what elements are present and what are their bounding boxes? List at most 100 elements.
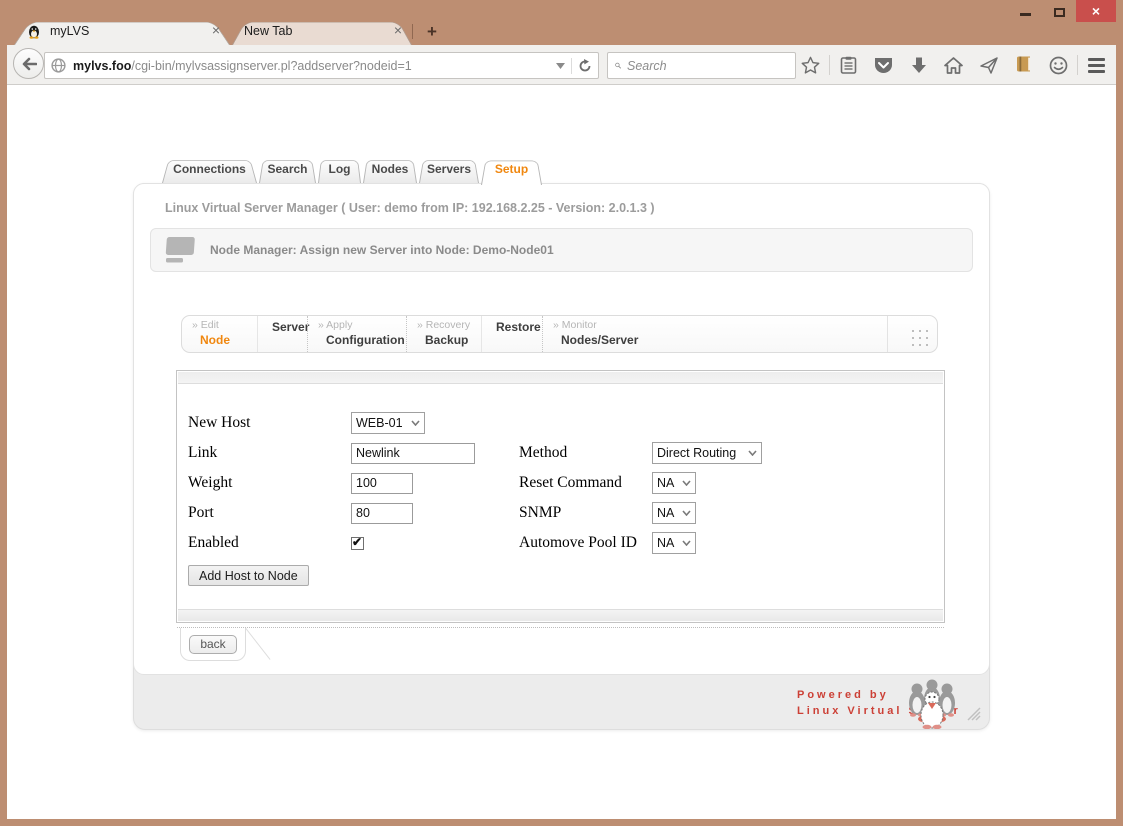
dotted-divider [177,627,944,628]
form-bottom-strip [178,609,943,621]
toolbar-item-backup[interactable]: Backup [417,332,471,349]
checkmark-icon: ✔ [352,534,363,549]
toolbar-item-server[interactable]: Server [268,319,309,336]
toolbar-separator [1077,55,1078,75]
chevron-down-icon [682,510,691,516]
downloads-button[interactable] [901,45,936,85]
hamburger-icon [1088,57,1105,73]
url-bar[interactable]: mylvs.foo/cgi-bin/mylvsassignserver.pl?a… [44,52,599,79]
book-icon [1017,56,1030,72]
toolbar-item-restore[interactable]: Restore [492,319,541,336]
automove-pool-id-label: Automove Pool ID [519,534,637,551]
url-separator [571,57,572,74]
weight-input[interactable] [351,472,413,494]
toolbar-cell-server: Server [257,316,309,352]
select-value: NA [657,506,675,520]
new-host-label: New Host [188,414,251,431]
toolbar-item-nodes-server[interactable]: Nodes/Server [553,332,651,349]
form-row-link-method: Link Method Direct Routing [188,438,762,468]
automove-pool-id-select[interactable]: NA [652,532,696,554]
select-value: WEB-01 [356,416,403,430]
tab-label: Setup [494,162,529,176]
node-manager-bar: Node Manager: Assign new Server into Nod… [150,228,973,272]
pocket-button[interactable] [866,45,901,85]
pocket-icon [875,57,892,73]
bookmarks-list-button[interactable] [831,45,866,85]
form-top-strip [178,372,943,384]
search-icon [615,62,621,69]
resize-handle-icon[interactable] [962,702,982,722]
minimize-button[interactable] [1008,0,1042,22]
download-icon [911,57,926,73]
toolbar-item-node[interactable]: Node [192,332,247,349]
tab-label: Nodes [371,162,409,176]
chevron-down-icon [682,480,691,486]
add-host-to-node-button[interactable]: Add Host to Node [188,565,309,586]
url-path: /cgi-bin/mylvsassignserver.pl?addserver?… [131,58,412,73]
toolbar-item-configuration[interactable]: Configuration [318,332,405,349]
enabled-label: Enabled [188,534,239,551]
browser-tab-newtab[interactable]: New Tab × [232,17,412,45]
tab-label: Search [267,162,308,176]
close-button[interactable]: × [1076,0,1116,22]
tab-servers[interactable]: Servers [419,156,479,183]
chevron-down-icon [682,540,691,546]
share-button[interactable] [971,45,1006,85]
select-value: Direct Routing [657,446,737,460]
menu-button[interactable] [1079,45,1114,85]
toolbar-cell-nodes-server: » Monitor Nodes/Server [542,316,661,352]
link-input[interactable] [351,442,475,464]
navigation-toolbar: mylvs.foo/cgi-bin/mylvsassignserver.pl?a… [7,45,1116,85]
reset-command-select[interactable]: NA [652,472,696,494]
star-icon [801,56,820,74]
tab-close-icon[interactable]: × [212,22,220,38]
port-input[interactable] [351,502,413,524]
tab-connections[interactable]: Connections [162,156,257,183]
drag-handle-icon[interactable] [912,330,928,346]
back-button[interactable]: back [189,634,237,654]
tab-log[interactable]: Log [318,156,361,183]
form-row-enabled-automove: Enabled ✔ Automove Pool ID NA [188,528,762,558]
tab-label: Servers [426,162,472,176]
tab-search[interactable]: Search [259,156,316,183]
node-manager-title: Node Manager: Assign new Server into Nod… [210,243,554,257]
chevron-down-icon [748,450,757,456]
minimize-icon [1019,12,1031,16]
action-toolbar: » Edit Node Server » Apply Configuration… [181,315,938,353]
bookmark-star-button[interactable] [793,45,828,85]
paper-plane-icon [979,56,998,74]
back-tab-container: back [180,628,246,661]
tab-label: Connections [173,162,246,176]
port-label: Port [188,504,214,521]
toolbar-cell-node: » Edit Node [182,316,257,352]
new-tab-button[interactable]: + [420,21,444,43]
group-label: » Apply [318,319,353,331]
tab-setup[interactable]: Setup [481,156,542,185]
method-select[interactable]: Direct Routing [652,442,762,464]
clipboard-icon [840,56,857,74]
browser-tab-inner: New Tab × [232,17,412,45]
snmp-label: SNMP [519,504,562,521]
tab-close-icon[interactable]: × [394,22,402,38]
reload-icon[interactable] [578,58,592,73]
close-icon: × [1091,3,1101,19]
url-actions [556,57,592,74]
home-button[interactable] [936,45,971,85]
chevron-down-icon [411,420,420,426]
snmp-select[interactable]: NA [652,502,696,524]
new-host-select[interactable]: WEB-01 [351,412,425,434]
back-nav-button[interactable] [13,48,44,79]
assign-server-form: New Host WEB-01 Link Method Direct Routi… [188,408,762,586]
back-arrow-icon [22,57,37,70]
hello-button[interactable] [1041,45,1076,85]
link-label: Link [188,444,218,461]
browser-tab-mylvs[interactable]: myLVS × [14,17,230,45]
method-label: Method [519,444,568,461]
tab-nodes[interactable]: Nodes [363,156,417,183]
url-dropdown-icon[interactable] [556,62,565,69]
select-value: NA [657,536,675,550]
sidebar-book-button[interactable] [1006,45,1041,85]
maximize-button[interactable] [1042,0,1076,22]
enabled-checkbox[interactable]: ✔ [351,534,364,550]
search-input[interactable] [627,58,788,73]
